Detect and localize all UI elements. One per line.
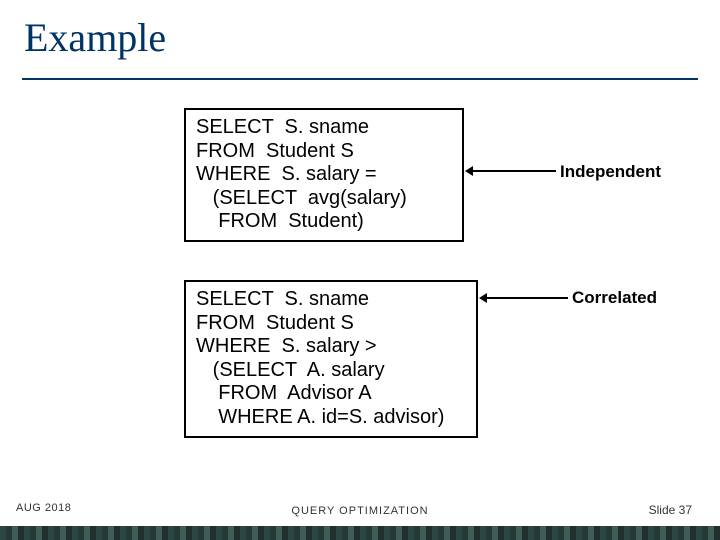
arrow-icon — [486, 297, 568, 299]
annotation-independent: Independent — [560, 162, 661, 182]
slide: Example SELECT S. sname FROM Student S W… — [0, 0, 720, 540]
footer-slide-number: Slide 37 — [649, 503, 692, 517]
sql-box-correlated: SELECT S. sname FROM Student S WHERE S. … — [184, 280, 478, 438]
sql-box-independent: SELECT S. sname FROM Student S WHERE S. … — [184, 108, 464, 242]
arrow-icon — [472, 170, 556, 172]
page-title: Example — [24, 14, 166, 61]
footer-center: QUERY OPTIMIZATION — [0, 505, 720, 517]
annotation-correlated: Correlated — [572, 288, 657, 308]
title-underline — [22, 78, 698, 80]
sql-code-2: SELECT S. sname FROM Student S WHERE S. … — [196, 288, 466, 430]
decorative-border — [0, 526, 720, 540]
sql-code-1: SELECT S. sname FROM Student S WHERE S. … — [196, 116, 452, 234]
